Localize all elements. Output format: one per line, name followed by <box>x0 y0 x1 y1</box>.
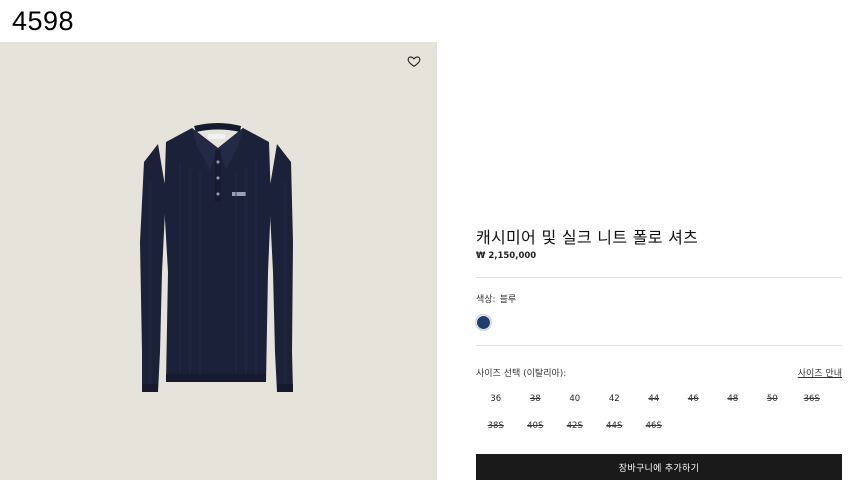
size-select-label: 사이즈 선택 (이탈리아): <box>476 369 567 379</box>
color-value: 블루 <box>499 295 517 305</box>
size-option-46[interactable]: 46 <box>674 393 714 405</box>
color-swatch-blue[interactable] <box>475 314 492 331</box>
size-option-40[interactable]: 40 <box>555 393 595 405</box>
color-label: 색상: <box>476 295 496 305</box>
size-options: 36 38 40 42 44 46 48 50 36S 38S 40S 42S 44S 46S <box>476 393 842 432</box>
add-to-cart-button[interactable]: 장바구니에 추가하기 <box>476 454 842 480</box>
product-price: ₩ 2,150,000 <box>476 251 537 261</box>
size-option-36[interactable]: 36 <box>476 393 516 405</box>
size-option-38s[interactable]: 38S <box>476 420 516 432</box>
product-gallery <box>0 42 437 480</box>
size-option-44s[interactable]: 44S <box>595 420 635 432</box>
product-image <box>140 123 293 392</box>
size-option-42[interactable]: 42 <box>595 393 635 405</box>
size-option-48[interactable]: 48 <box>713 393 753 405</box>
product-title: 캐시미어 및 실크 니트 폴로 셔츠 <box>476 228 699 247</box>
size-option-44[interactable]: 44 <box>634 393 674 405</box>
product-info: 캐시미어 및 실크 니트 폴로 셔츠 ₩ 2,150,000 색상: 블루 사이… <box>475 0 842 480</box>
divider <box>476 277 842 278</box>
size-option-46s[interactable]: 46S <box>634 420 674 432</box>
size-option-38[interactable]: 38 <box>516 393 556 405</box>
size-option-40s[interactable]: 40S <box>516 420 556 432</box>
size-guide-link[interactable]: 사이즈 안내 <box>798 366 842 379</box>
size-option-50[interactable]: 50 <box>753 393 793 405</box>
color-row: 색상: 블루 <box>476 292 516 305</box>
size-option-42s[interactable]: 42S <box>555 420 595 432</box>
page-id-label: 4598 <box>12 6 75 36</box>
heart-outline-icon[interactable] <box>407 54 421 68</box>
divider <box>476 345 842 346</box>
size-option-36s[interactable]: 36S <box>792 393 832 405</box>
